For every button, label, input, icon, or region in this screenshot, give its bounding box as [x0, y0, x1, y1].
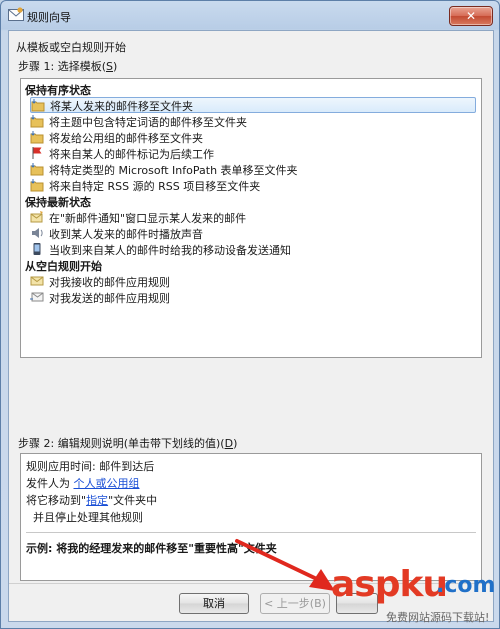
title-bar: 规则向导 ✕ [1, 1, 499, 29]
rules-wizard-icon [8, 7, 24, 21]
watermark-domain: .com [436, 573, 496, 598]
template-list[interactable]: 保持有序状态 将某人发来的邮件移至文件夹 将主题中包含特定词语的邮件移至文件夹 … [20, 78, 482, 358]
mail-send-icon [30, 292, 44, 302]
close-button[interactable]: ✕ [449, 6, 493, 26]
group-header-blank-rule: 从空白规则开始 [25, 260, 102, 273]
desc-move-to: 将它移动到"指定"文件夹中 [26, 494, 158, 507]
template-item-move-rss[interactable]: 将来自特定 RSS 源的 RSS 项目移至文件夹 [30, 177, 474, 193]
template-item-move-from-person[interactable]: 将某人发来的邮件移至文件夹 [30, 97, 476, 113]
template-item-mobile-notify[interactable]: 当收到来自某人的邮件时给我的移动设备发送通知 [30, 241, 474, 257]
template-item-apply-sent[interactable]: 对我发送的邮件应用规则 [30, 289, 474, 305]
speaker-icon [32, 228, 43, 238]
specified-folder-link[interactable]: 指定 [86, 494, 108, 507]
template-item-flag-followup[interactable]: 将来自某人的邮件标记为后续工作 [30, 145, 474, 161]
group-header-up-to-date: 保持最新状态 [25, 196, 91, 209]
group-header-organized: 保持有序状态 [25, 84, 91, 97]
folder-move-icon [30, 163, 44, 176]
wizard-body: 从模板或空白规则开始 步骤 1: 选择模板(S) 保持有序状态 将某人发来的邮件… [8, 30, 494, 622]
rules-wizard-window: 规则向导 ✕ 从模板或空白规则开始 步骤 1: 选择模板(S) 保持有序状态 将… [0, 0, 500, 629]
template-item-move-by-subject[interactable]: 将主题中包含特定词语的邮件移至文件夹 [30, 113, 474, 129]
mobile-device-icon [33, 243, 41, 255]
step2-label: 步骤 2: 编辑规则说明(单击带下划线的值)(D) [18, 437, 238, 450]
desc-stop-processing: 并且停止处理其他规则 [33, 511, 143, 524]
watermark-logo: aspku [331, 564, 448, 605]
step1-label: 步骤 1: 选择模板(S) [18, 60, 118, 73]
watermark-tagline: 免费网站源码下载站! [386, 611, 490, 624]
intro-label: 从模板或空白规则开始 [16, 41, 126, 54]
folder-move-icon [31, 99, 45, 112]
mail-receive-icon [30, 276, 44, 286]
desc-sender: 发件人为 个人或公用组 [26, 477, 140, 490]
folder-move-icon [30, 131, 44, 144]
folder-move-icon [30, 115, 44, 128]
red-flag-icon [32, 147, 42, 159]
template-item-move-public-group[interactable]: 将发给公用组的邮件移至文件夹 [30, 129, 474, 145]
template-item-play-sound[interactable]: 收到某人发来的邮件时播放声音 [30, 225, 474, 241]
mail-alert-icon [30, 211, 43, 223]
folder-move-icon [30, 179, 44, 192]
people-or-group-link[interactable]: 个人或公用组 [74, 477, 140, 490]
annotation-arrow [235, 539, 335, 591]
template-item-new-mail-alert[interactable]: 在"新邮件通知"窗口显示某人发来的邮件 [30, 209, 474, 225]
template-item-apply-received[interactable]: 对我接收的邮件应用规则 [30, 273, 474, 289]
window-title: 规则向导 [27, 11, 71, 24]
desc-apply-time: 规则应用时间: 邮件到达后 [26, 460, 155, 473]
description-divider [26, 532, 476, 533]
template-item-move-infopath[interactable]: 将特定类型的 Microsoft InfoPath 表单移至文件夹 [30, 161, 474, 177]
